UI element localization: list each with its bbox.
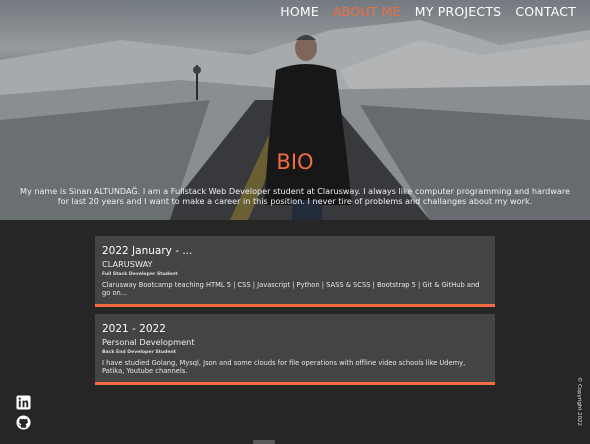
timeline-card: 2021 - 2022 Personal Development Back En… — [95, 314, 495, 385]
nav-my-projects[interactable]: MY PROJECTS — [415, 4, 502, 19]
copyright-text: © Copyright 2022 — [576, 377, 582, 426]
linkedin-icon[interactable] — [16, 395, 31, 410]
timeline-description: Clarusway Bootcamp teaching HTML 5 | CSS… — [102, 281, 480, 297]
bio-title: BIO — [276, 150, 314, 174]
nav-about-me[interactable]: ABOUT ME — [333, 4, 401, 19]
nav-home[interactable]: HOME — [280, 4, 319, 19]
timeline-card: 2022 January - ... CLARUSWAY Full Stack … — [95, 236, 495, 307]
timeline-period: 2021 - 2022 — [102, 323, 166, 335]
timeline-role: Back End Developer Student — [102, 350, 176, 355]
scroll-handle[interactable] — [253, 440, 275, 444]
timeline-organization: Personal Development — [102, 337, 195, 347]
timeline-organization: CLARUSWAY — [102, 259, 153, 269]
nav-contact[interactable]: CONTACT — [515, 4, 576, 19]
copyright-notice: © Copyright 2022 — [570, 377, 584, 437]
timeline-role: Full Stack Developer Student — [102, 272, 178, 277]
github-icon[interactable] — [16, 415, 31, 430]
timeline-description: I have studied Golang, Mysql, Json and s… — [102, 359, 466, 375]
timeline-period: 2022 January - ... — [102, 245, 193, 257]
main-nav: HOME ABOUT ME MY PROJECTS CONTACT — [280, 4, 576, 19]
bio-text: My name is Sinan ALTUNDAĞ. I am a Fullst… — [19, 186, 570, 206]
